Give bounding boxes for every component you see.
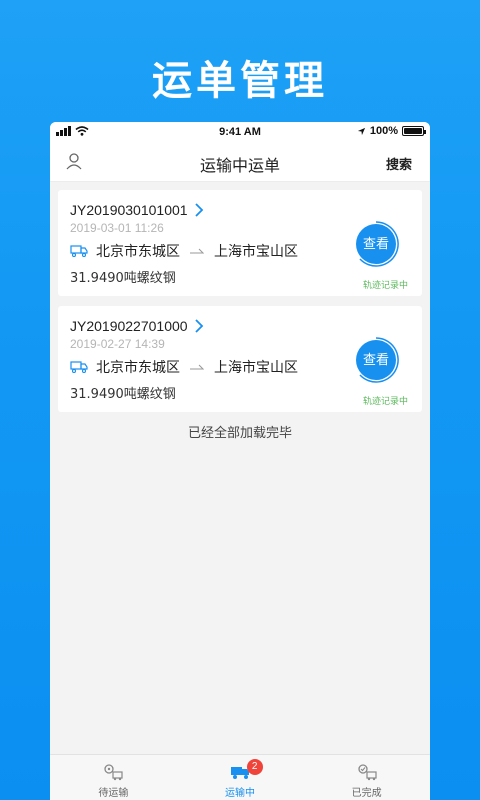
- origin: 北京市东城区: [96, 244, 180, 260]
- track-status: 轨迹记录中: [362, 281, 408, 291]
- truck-icon: [70, 245, 88, 257]
- order-number: JY2019022701000: [70, 318, 188, 334]
- promo-title: 运单管理: [152, 58, 328, 104]
- order-number-row[interactable]: JY2019022701000: [70, 318, 410, 334]
- truck-icon: [70, 361, 88, 373]
- tab-completed[interactable]: 已完成: [303, 755, 430, 800]
- battery-percent: 100%: [369, 125, 398, 137]
- completed-icon: [358, 764, 377, 781]
- arrow-right-icon: [190, 248, 204, 254]
- phone-screen: 9:41 AM 100% 运输中运单 搜索 JY2019030101001 20…: [50, 122, 430, 800]
- cargo-info: 31.9490吨螺纹钢: [70, 387, 176, 402]
- tab-label: 已完成: [351, 788, 382, 799]
- nav-bar: 运输中运单 搜索: [50, 142, 430, 182]
- order-list: JY2019030101001 2019-03-01 11:26 北京市东城区 …: [50, 182, 430, 441]
- order-number: JY2019030101001: [70, 202, 188, 218]
- view-button[interactable]: 查看: [356, 340, 396, 380]
- battery-icon: [402, 126, 426, 136]
- destination: 上海市宝山区: [214, 244, 298, 260]
- status-bar: 9:41 AM 100%: [50, 122, 430, 142]
- cargo-info: 31.9490吨螺纹钢: [70, 271, 176, 286]
- pending-transport-icon: [104, 764, 123, 781]
- chevron-right-icon: [194, 203, 203, 217]
- track-status: 轨迹记录中: [362, 397, 408, 407]
- tab-bar: 待运输 2 运输中 已完成: [50, 754, 430, 800]
- location-icon: [357, 127, 365, 135]
- tab-badge: 2: [246, 759, 263, 775]
- chevron-right-icon: [194, 319, 203, 333]
- tab-pending[interactable]: 待运输: [50, 755, 177, 800]
- view-button[interactable]: 查看: [356, 224, 396, 264]
- order-number-row[interactable]: JY2019030101001: [70, 202, 410, 218]
- tab-in-transit[interactable]: 2 运输中: [177, 755, 304, 800]
- origin: 北京市东城区: [96, 360, 180, 376]
- search-button[interactable]: 搜索: [386, 154, 412, 173]
- order-card[interactable]: JY2019030101001 2019-03-01 11:26 北京市东城区 …: [58, 190, 422, 296]
- arrow-right-icon: [190, 364, 204, 370]
- list-footer: 已经全部加载完毕: [187, 426, 292, 441]
- tab-label: 运输中: [225, 788, 255, 799]
- page-title: 运输中运单: [199, 156, 280, 175]
- destination: 上海市宝山区: [214, 360, 298, 376]
- tab-label: 待运输: [98, 788, 129, 799]
- order-card[interactable]: JY2019022701000 2019-02-27 14:39 北京市东城区 …: [58, 306, 422, 412]
